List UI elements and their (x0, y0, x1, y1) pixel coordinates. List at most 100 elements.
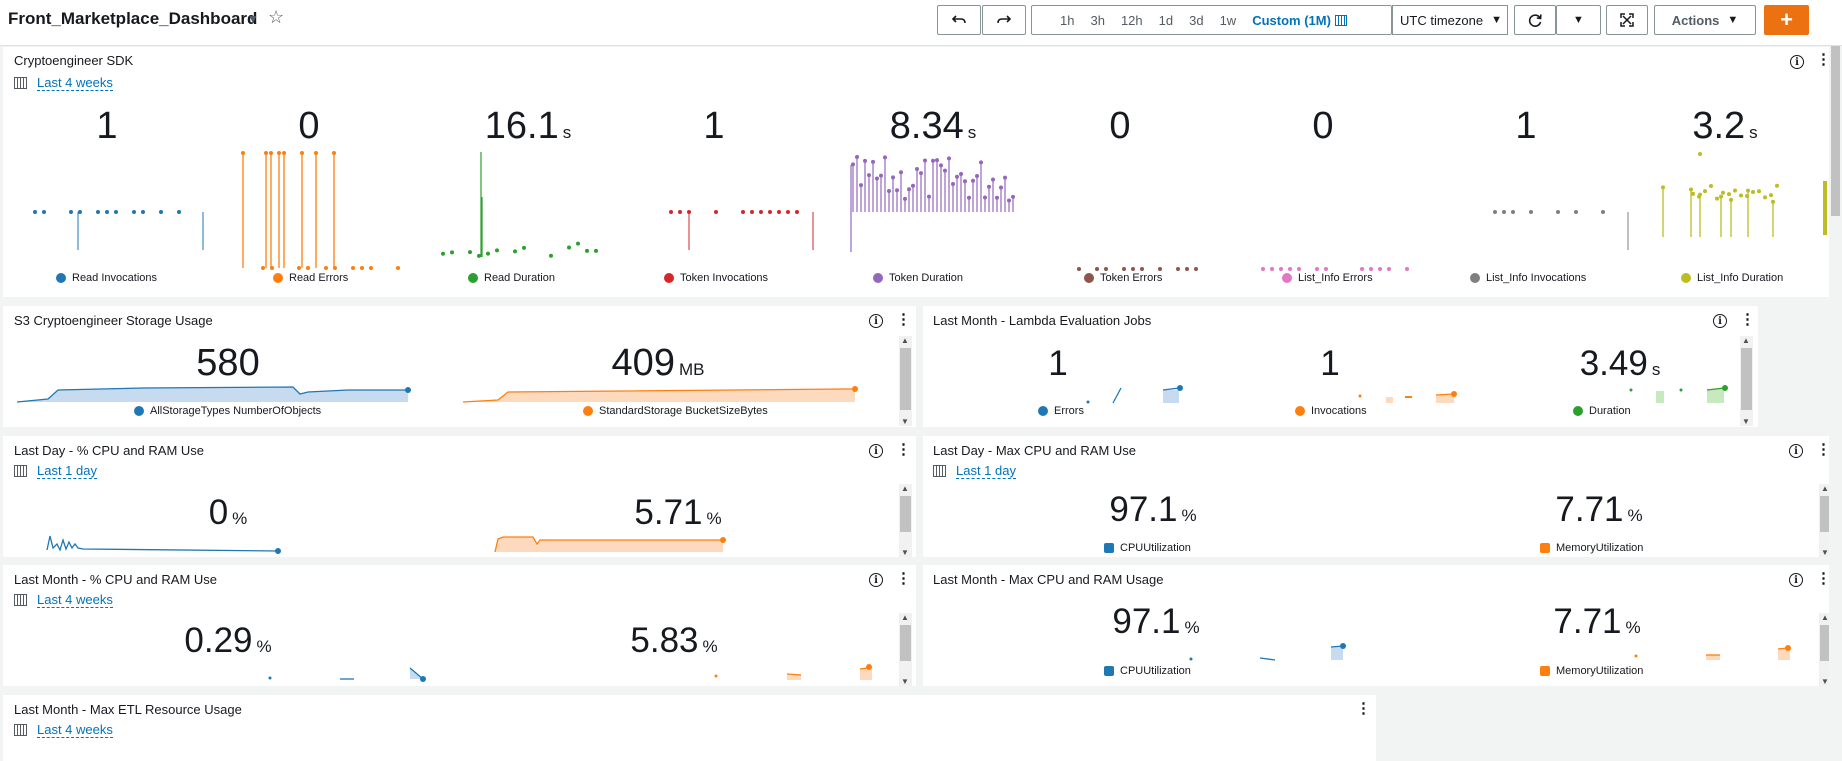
legend-cpu-utilization[interactable]: CPUUtilization (1104, 665, 1191, 677)
scrollbar-thumb[interactable] (1831, 46, 1840, 216)
sparkline-point (1493, 210, 1497, 214)
timezone-select[interactable]: UTC timezone ▼ (1392, 5, 1508, 35)
legend-read-duration[interactable]: Read Duration (468, 272, 555, 284)
fullscreen-button[interactable] (1606, 5, 1648, 35)
sparkline-point (951, 182, 955, 187)
sparkline-point (907, 187, 911, 192)
scrollbar-thumb[interactable] (900, 625, 911, 661)
sparkline-point (943, 168, 947, 173)
range-12h[interactable]: 12h (1113, 13, 1151, 28)
legend-swatch (1038, 406, 1048, 416)
legend-token-invocations[interactable]: Token Invocations (664, 272, 768, 284)
legend-list-info-errors[interactable]: List_Info Errors (1282, 272, 1373, 284)
undo-button[interactable] (937, 5, 981, 35)
legend-token-errors[interactable]: Token Errors (1084, 272, 1162, 284)
scroll-down-icon[interactable]: ▼ (1742, 417, 1750, 426)
sparkline-point (522, 245, 526, 250)
favorite-star-icon[interactable]: ☆ (268, 7, 284, 28)
scrollbar-thumb[interactable] (900, 348, 911, 410)
scroll-up-icon[interactable]: ▲ (901, 336, 909, 345)
range-custom[interactable]: Custom (1M) (1244, 13, 1335, 28)
period-link[interactable]: Last 4 weeks (37, 722, 113, 738)
sparkline-point (871, 159, 875, 164)
period-link[interactable]: Last 1 day (956, 463, 1016, 479)
range-1d[interactable]: 1d (1151, 13, 1181, 28)
range-3d[interactable]: 3d (1181, 13, 1211, 28)
legend-memory-utilization[interactable]: MemoryUtilization (1540, 665, 1643, 677)
sparkline-point (1634, 654, 1638, 658)
sparkline-point (975, 173, 979, 178)
sparkline-point (1315, 267, 1319, 271)
scroll-up-icon[interactable]: ▲ (901, 613, 909, 622)
sparkline-point (967, 195, 971, 200)
range-3h[interactable]: 3h (1082, 13, 1112, 28)
redo-button[interactable] (982, 5, 1026, 35)
legend-duration[interactable]: Duration (1573, 405, 1631, 417)
legend-bucket-size[interactable]: StandardStorage BucketSizeBytes (583, 405, 768, 417)
legend-token-duration[interactable]: Token Duration (873, 272, 963, 284)
s3-storage-widget: S3 Cryptoengineer Storage Usage i ⋮ 580 … (3, 306, 916, 427)
stat-memory-utilization: 7.71% (1539, 490, 1659, 530)
legend-read-errors[interactable]: Read Errors (273, 272, 348, 284)
sparkline-point (714, 674, 718, 678)
sparkline-point (863, 158, 867, 163)
widget-scrollbar[interactable]: ▲ ▼ (899, 484, 912, 557)
stat-unit: % (1627, 506, 1643, 525)
sparkline-point (1739, 193, 1743, 198)
widget-scrollbar[interactable]: ▲ ▼ (1740, 336, 1753, 426)
legend-cpu-utilization[interactable]: CPUUtilization (1104, 542, 1191, 554)
last-month-pct-cpu-widget: Last Month - % CPU and RAM Use Last 4 we… (3, 565, 916, 686)
info-icon[interactable]: i (1789, 444, 1803, 458)
actions-dropdown[interactable]: Actions ▼ (1654, 5, 1756, 35)
stat-value: 97.1 (1109, 490, 1178, 529)
scroll-up-icon[interactable]: ▲ (1821, 484, 1829, 493)
dashboard-menu-caret-icon[interactable]: ▼ (247, 12, 259, 26)
sparkline-point (963, 179, 967, 184)
sparkline-bar (1163, 390, 1179, 403)
scrollbar-thumb[interactable] (1741, 348, 1752, 410)
sparkline-point (1340, 643, 1346, 649)
scrollbar-thumb[interactable] (900, 496, 911, 532)
scroll-down-icon[interactable]: ▼ (901, 677, 909, 686)
calendar-icon (933, 465, 946, 477)
widget-scrollbar[interactable]: ▲ ▼ (899, 336, 912, 426)
add-widget-button[interactable]: + (1764, 5, 1809, 35)
calendar-icon[interactable] (1334, 14, 1347, 26)
sparkline-point (1698, 152, 1702, 156)
scroll-down-icon[interactable]: ▼ (1821, 677, 1829, 686)
refresh-button[interactable] (1514, 5, 1556, 35)
sparkline-point (795, 210, 799, 214)
scroll-up-icon[interactable]: ▲ (1821, 613, 1829, 622)
legend-invocations[interactable]: Invocations (1295, 405, 1367, 417)
sparkline-point (720, 537, 726, 543)
sparkline-point (875, 176, 879, 181)
sparkline-point (866, 664, 872, 670)
legend-errors[interactable]: Errors (1038, 405, 1084, 417)
page-scrollbar[interactable] (1829, 46, 1842, 761)
scroll-down-icon[interactable]: ▼ (901, 548, 909, 557)
sparkline-point (324, 266, 328, 270)
legend-label: List_Info Duration (1697, 272, 1784, 284)
legend-memory-utilization[interactable]: MemoryUtilization (1540, 542, 1643, 554)
legend-object-count[interactable]: AllStorageTypes NumberOfObjects (134, 405, 321, 417)
legend-list-info-invocations[interactable]: List_Info Invocations (1470, 272, 1586, 284)
widget-menu-icon[interactable]: ⋮ (1356, 701, 1371, 716)
legend-swatch (1104, 543, 1114, 553)
range-1h[interactable]: 1h (1052, 13, 1082, 28)
scroll-down-icon[interactable]: ▼ (901, 417, 909, 426)
scroll-down-icon[interactable]: ▼ (1821, 548, 1829, 557)
refresh-icon (1528, 14, 1542, 27)
legend-list-info-duration[interactable]: List_Info Duration (1681, 272, 1783, 284)
scroll-up-icon[interactable]: ▲ (1742, 336, 1750, 345)
sparkline-point (1358, 394, 1362, 398)
refresh-options-button[interactable]: ▼ (1556, 5, 1601, 35)
sparkline-point (1629, 388, 1633, 392)
widget-scrollbar[interactable]: ▲ ▼ (899, 613, 912, 686)
month-pct-sparklines (268, 664, 872, 682)
sparkline-point (979, 160, 983, 165)
sparkline-point (1733, 188, 1737, 193)
sparkline-point (261, 266, 265, 270)
range-1w[interactable]: 1w (1212, 13, 1245, 28)
scroll-up-icon[interactable]: ▲ (901, 484, 909, 493)
legend-read-invocations[interactable]: Read Invocations (56, 272, 157, 284)
